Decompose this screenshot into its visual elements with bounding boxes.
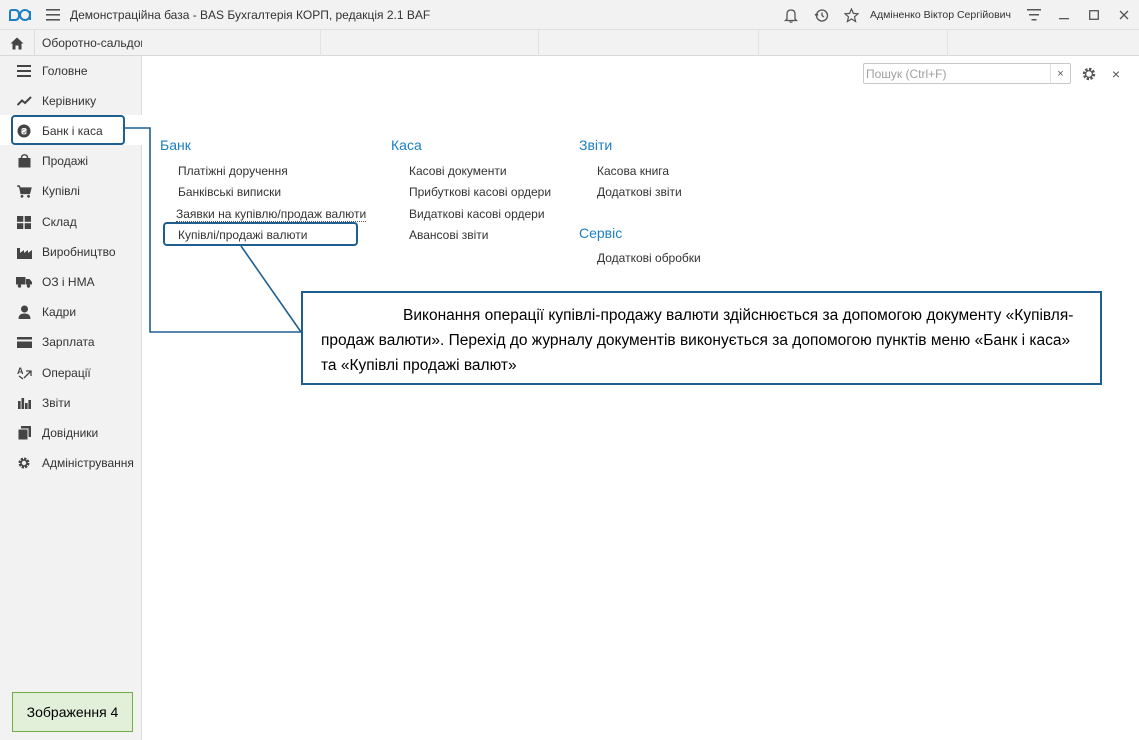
link-zaiavky-na-kupivliu-prodazh-valiuty[interactable]: Заявки на купівлю/продаж валюти xyxy=(176,207,367,222)
sidebar-item-zarplata[interactable]: Зарплата xyxy=(0,327,142,357)
window-close-icon[interactable] xyxy=(1109,0,1139,30)
sidebar-item-label: Керівнику xyxy=(42,94,97,108)
open-tabs-strip: Оборотно-сальдова xyxy=(0,30,1139,56)
figure-caption: Зображення 4 xyxy=(12,692,133,732)
sidebar-item-label: Зарплата xyxy=(42,335,95,349)
bag-icon xyxy=(16,153,32,169)
svg-text:A: A xyxy=(17,366,24,376)
link-prybutkovi-kasovi-ordery[interactable]: Прибуткові касові ордери xyxy=(409,185,551,199)
tab-divider xyxy=(538,30,539,56)
sidebar-item-label: Склад xyxy=(42,215,77,229)
sidebar-item-label: Довідники xyxy=(42,426,99,440)
search-input[interactable] xyxy=(864,64,1049,83)
title-bar: Демонстраційна база - BAS Бухгалтерія КО… xyxy=(0,0,1139,30)
trend-icon xyxy=(16,93,32,109)
sidebar-item-label: ОЗ і НМА xyxy=(42,275,95,289)
sidebar-item-label: Головне xyxy=(42,64,88,78)
link-dodatkovi-obrobky[interactable]: Додаткові обробки xyxy=(597,251,701,265)
tab-divider xyxy=(947,30,948,56)
home-icon[interactable] xyxy=(0,30,34,56)
cart-icon xyxy=(16,183,32,199)
section-content-panel xyxy=(143,56,1139,740)
link-avansovi-zvity[interactable]: Авансові звіти xyxy=(409,228,488,242)
factory-icon xyxy=(16,244,32,260)
annotation-callout: Виконання операції купівлі-продажу валют… xyxy=(301,291,1102,385)
sidebar-item-golovne[interactable]: Головне xyxy=(0,56,142,86)
sidebar-item-label: Операції xyxy=(42,366,91,380)
sidebar-item-kerivnyku[interactable]: Керівнику xyxy=(0,86,142,116)
link-bankivski-vypysky[interactable]: Банківські виписки xyxy=(178,185,281,199)
link-kasovi-dokumenty[interactable]: Касові документи xyxy=(409,164,507,178)
link-vydatkovi-kasovi-ordery[interactable]: Видаткові касові ордери xyxy=(409,207,545,221)
panel-settings-gear-icon[interactable] xyxy=(1079,64,1099,84)
sidebar-item-label: Продажі xyxy=(42,154,89,168)
sidebar-item-label: Кадри xyxy=(42,305,77,319)
sidebar-item-vyrobnytstvo[interactable]: Виробництво xyxy=(0,237,142,267)
sidebar-item-administruvannia[interactable]: Адміністрування xyxy=(0,448,142,478)
sidebar-item-label: Купівлі xyxy=(42,184,80,198)
section-bank-title: Банк xyxy=(160,137,191,153)
sections-sidebar: Головне Керівнику ₴ Банк і каса Продажі … xyxy=(0,56,142,740)
bar-chart-icon xyxy=(16,395,32,411)
sidebar-annotation-highlight xyxy=(11,115,125,145)
sidebar-item-label: Виробництво xyxy=(42,245,116,259)
books-icon xyxy=(16,425,32,441)
user-name[interactable]: Адміненко Віктор Сергійович xyxy=(870,9,1011,21)
sidebar-item-sklad[interactable]: Склад xyxy=(0,207,142,237)
card-icon xyxy=(16,334,32,350)
minimize-icon[interactable] xyxy=(1049,0,1079,30)
sidebar-item-oz-i-nma[interactable]: ОЗ і НМА xyxy=(0,267,142,297)
sidebar-item-label: Адміністрування xyxy=(42,456,134,470)
maximize-icon[interactable] xyxy=(1079,0,1109,30)
menu-lines-icon xyxy=(16,63,32,79)
sidebar-item-label: Звіти xyxy=(42,396,71,410)
sidebar-item-kadry[interactable]: Кадри xyxy=(0,297,142,327)
gear-icon xyxy=(16,455,32,471)
panel-close-icon[interactable]: × xyxy=(1108,64,1124,84)
operations-icon: A xyxy=(16,365,32,381)
link-dodatkovi-zvity[interactable]: Додаткові звіти xyxy=(597,185,682,199)
section-service-title: Сервіс xyxy=(579,225,623,241)
search-field[interactable]: × xyxy=(863,63,1071,84)
settings-menu-icon[interactable] xyxy=(1019,0,1049,30)
search-clear-icon[interactable]: × xyxy=(1050,64,1070,83)
link-kasova-knyha[interactable]: Касова книга xyxy=(597,164,669,178)
history-icon[interactable] xyxy=(806,0,836,30)
tab-oborotno-saldova[interactable]: Оборотно-сальдова xyxy=(34,30,142,56)
sidebar-item-zvity[interactable]: Звіти xyxy=(0,388,142,418)
tab-divider xyxy=(320,30,321,56)
menu-item-annotation-highlight xyxy=(163,222,358,246)
sidebar-item-kupivli[interactable]: Купівлі xyxy=(0,176,142,206)
sidebar-item-dovidnyky[interactable]: Довідники xyxy=(0,418,142,448)
main-menu-icon[interactable] xyxy=(40,0,66,30)
favorites-star-icon[interactable] xyxy=(836,0,866,30)
person-icon xyxy=(16,304,32,320)
truck-icon xyxy=(16,274,32,290)
sidebar-item-prodazhi[interactable]: Продажі xyxy=(0,146,142,176)
grid-icon xyxy=(16,214,32,230)
notifications-bell-icon[interactable] xyxy=(776,0,806,30)
app-logo-icon[interactable] xyxy=(0,0,40,30)
section-reports-title: Звіти xyxy=(579,137,613,153)
sidebar-item-operatsii[interactable]: A Операції xyxy=(0,358,142,388)
link-platizhni-doruchennia[interactable]: Платіжні доручення xyxy=(178,164,288,178)
window-title: Демонстраційна база - BAS Бухгалтерія КО… xyxy=(70,7,431,22)
tab-divider xyxy=(758,30,759,56)
section-cash-title: Каса xyxy=(391,137,422,153)
